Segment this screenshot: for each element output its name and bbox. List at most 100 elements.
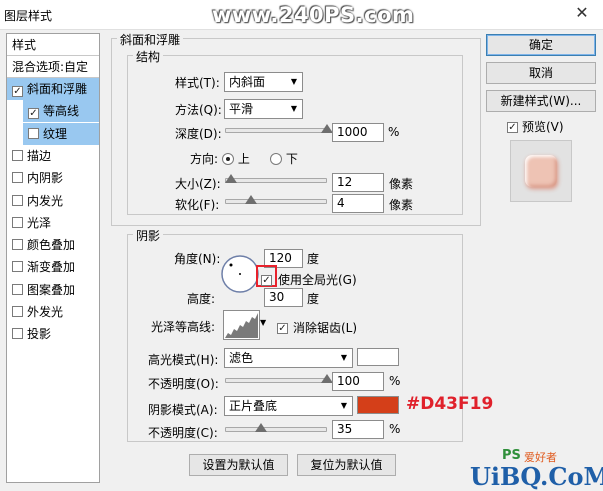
sidebar-item-label: 光泽 <box>27 215 52 230</box>
sidebar-item-11[interactable]: 投影 <box>7 323 99 345</box>
title-bar: 图层样式 www.240PS.com ✕ <box>0 0 603 30</box>
chevron-down-icon: ▼ <box>340 353 347 362</box>
angle-label: 角度(N): <box>174 252 221 266</box>
checkbox-unchecked-icon[interactable] <box>12 149 23 161</box>
sidebar-item-label: 等高线 <box>43 104 80 119</box>
checkbox-unchecked-icon[interactable] <box>12 194 23 206</box>
preview-checkbox[interactable]: ✓ <box>507 118 522 133</box>
shadow-opacity-unit: % <box>389 422 401 436</box>
sidebar-item-label: 内发光 <box>27 193 64 208</box>
depth-slider[interactable] <box>225 128 327 133</box>
soften-input[interactable]: 4 <box>332 194 384 213</box>
highlight-opacity-slider[interactable] <box>225 378 327 383</box>
sidebar-item-3[interactable]: 描边 <box>7 145 99 167</box>
global-light-checkbox[interactable]: ✓ <box>261 271 276 286</box>
contour-chevron-down-icon[interactable]: ▼ <box>260 318 266 327</box>
sidebar-item-label: 斜面和浮雕 <box>27 82 88 96</box>
global-light-label: 使用全局光(G) <box>278 273 357 287</box>
site-watermark: www.240PS.com <box>212 3 415 27</box>
sidebar-item-label: 颜色叠加 <box>27 238 76 253</box>
shadow-opacity-slider[interactable] <box>225 427 327 432</box>
shadow-mode-label: 阴影模式(A): <box>148 403 218 417</box>
shadow-mode-value: 正片叠底 <box>229 399 278 413</box>
sidebar-item-6[interactable]: 光泽 <box>7 212 99 234</box>
cancel-button[interactable]: 取消 <box>486 62 596 84</box>
window-title: 图层样式 <box>4 9 53 23</box>
sidebar-item-10[interactable]: 外发光 <box>7 301 99 323</box>
shadow-opacity-input[interactable]: 35 <box>332 420 384 439</box>
sidebar-item-1[interactable]: ✓ 等高线 <box>23 100 99 123</box>
sidebar-item-4[interactable]: 内阴影 <box>7 167 99 189</box>
checkbox-unchecked-icon[interactable] <box>12 328 23 340</box>
angle-dial-handle <box>229 263 233 267</box>
checkbox-checked-icon[interactable]: ✓ <box>28 108 39 120</box>
checkbox-unchecked-icon[interactable] <box>12 216 23 228</box>
shadow-color-annotation: #D43F19 <box>406 394 494 414</box>
shadow-color-swatch[interactable] <box>357 396 399 414</box>
sidebar-item-9[interactable]: 图案叠加 <box>7 279 99 301</box>
reset-default-button[interactable]: 复位为默认值 <box>297 454 396 476</box>
size-slider-thumb[interactable] <box>225 174 238 183</box>
ok-button[interactable]: 确定 <box>486 34 596 56</box>
soften-slider-thumb[interactable] <box>244 195 257 204</box>
checkbox-unchecked-icon[interactable] <box>28 127 39 139</box>
depth-unit: % <box>388 125 400 139</box>
contour-curve-icon <box>225 313 258 338</box>
new-style-button[interactable]: 新建样式(W)... <box>486 90 596 112</box>
chevron-down-icon: ▼ <box>290 104 297 113</box>
blend-options-item[interactable]: 混合选项:自定 <box>7 56 99 78</box>
shading-title: 阴影 <box>133 227 164 244</box>
depth-input[interactable]: 1000 <box>332 123 384 142</box>
style-list-header[interactable]: 样式 <box>7 34 99 56</box>
watermark-ps: PS <box>502 448 521 463</box>
antialias-checkbox[interactable]: ✓ <box>277 319 292 334</box>
checkbox-unchecked-icon[interactable] <box>12 261 23 273</box>
style-select[interactable]: 内斜面 ▼ <box>224 72 303 92</box>
preview-label: 预览(V) <box>522 120 564 134</box>
checkbox-unchecked-icon[interactable] <box>12 239 23 251</box>
checkbox-unchecked-icon[interactable] <box>12 306 23 317</box>
preview-thumbnail <box>510 140 572 202</box>
direction-up-radio[interactable]: 上 <box>222 150 250 167</box>
make-default-button[interactable]: 设置为默认值 <box>189 454 288 476</box>
soften-unit: 像素 <box>389 198 414 212</box>
sidebar-item-label: 外发光 <box>27 305 64 319</box>
size-unit: 像素 <box>389 177 414 191</box>
gloss-contour-preview[interactable] <box>223 310 260 340</box>
checkbox-unchecked-icon[interactable] <box>12 283 23 295</box>
altitude-input[interactable]: 30 <box>264 288 303 307</box>
sidebar-item-label: 纹理 <box>43 126 68 141</box>
corner-watermark: PS 爱好者 UiBQ.CoM <box>462 448 603 491</box>
shadow-mode-select[interactable]: 正片叠底 ▼ <box>224 396 353 416</box>
chevron-down-icon: ▼ <box>290 77 297 86</box>
watermark-url: UiBQ.CoM <box>470 462 603 491</box>
size-input[interactable]: 12 <box>332 173 384 192</box>
preview-swatch-shape <box>525 155 557 187</box>
sidebar-item-label: 描边 <box>27 148 52 163</box>
direction-down-label: 下 <box>285 152 298 166</box>
highlight-opacity-unit: % <box>389 374 401 388</box>
size-slider[interactable] <box>225 178 327 183</box>
close-button[interactable]: ✕ <box>565 2 599 24</box>
checkbox-checked-icon: ✓ <box>507 122 518 133</box>
angle-dial[interactable] <box>220 254 260 294</box>
checkbox-checked-icon[interactable]: ✓ <box>12 86 23 97</box>
highlight-color-swatch[interactable] <box>357 348 399 366</box>
shadow-opacity-label: 不透明度(C): <box>148 426 218 440</box>
sidebar-item-5[interactable]: 内发光 <box>7 190 99 212</box>
technique-select[interactable]: 平滑 ▼ <box>224 99 303 119</box>
sidebar-item-2[interactable]: 纹理 <box>23 122 99 145</box>
gloss-contour-label: 光泽等高线: <box>151 320 216 334</box>
checkbox-unchecked-icon[interactable] <box>12 172 23 184</box>
direction-down-radio[interactable]: 下 <box>270 150 298 167</box>
sidebar-item-0[interactable]: ✓ 斜面和浮雕 <box>7 78 99 100</box>
shadow-opacity-thumb[interactable] <box>254 423 267 432</box>
technique-select-value: 平滑 <box>229 102 254 116</box>
soften-slider[interactable] <box>225 199 327 204</box>
checkbox-checked-icon: ✓ <box>277 323 288 334</box>
highlight-mode-select[interactable]: 滤色 ▼ <box>224 348 353 368</box>
sidebar-item-8[interactable]: 渐变叠加 <box>7 256 99 278</box>
highlight-opacity-input[interactable]: 100 <box>332 372 384 391</box>
highlight-mode-value: 滤色 <box>229 351 254 365</box>
sidebar-item-7[interactable]: 颜色叠加 <box>7 234 99 256</box>
